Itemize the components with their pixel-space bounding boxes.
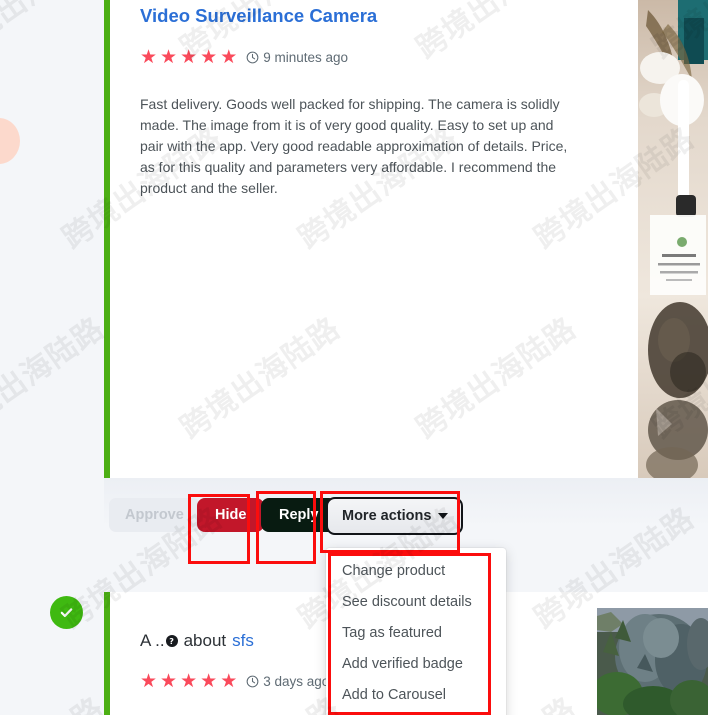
- star-icon: ★: [180, 47, 198, 68]
- review-two-photo-image: [597, 608, 708, 715]
- more-actions-button[interactable]: More actions: [326, 497, 464, 535]
- product-title-link[interactable]: Video Surveillance Camera: [140, 0, 377, 27]
- review-one-body-text: Fast delivery. Goods well packed for shi…: [140, 96, 568, 196]
- star-icon: ★: [160, 671, 178, 692]
- review-two-author-name: A ..: [140, 631, 165, 650]
- rating-stars-one: ★ ★ ★ ★ ★: [140, 48, 237, 67]
- star-icon: ★: [220, 671, 238, 692]
- hide-button[interactable]: Hide: [197, 498, 265, 532]
- help-badge-icon[interactable]: ?: [165, 635, 178, 647]
- clock-icon: [246, 51, 259, 64]
- watermark-text: 跨境出海陆路: [0, 310, 111, 447]
- shop-name-link[interactable]: sfs: [232, 631, 254, 651]
- review-one-photo[interactable]: [638, 0, 708, 478]
- watermark-text: 跨境出海陆路: [0, 691, 111, 715]
- clock-icon: [246, 675, 259, 688]
- more-actions-dropdown[interactable]: Change product See discount details Tag …: [326, 548, 506, 715]
- screenshot-root: Video Surveillance Camera ★ ★ ★ ★ ★ 9 mi…: [0, 0, 708, 715]
- chevron-down-icon: [438, 513, 449, 519]
- decorative-blob: [0, 118, 20, 164]
- star-icon: ★: [200, 47, 218, 68]
- about-label: about: [183, 631, 227, 650]
- review-card-one-body: Video Surveillance Camera ★ ★ ★ ★ ★ 9 mi…: [110, 0, 708, 478]
- review-card-one: Video Surveillance Camera ★ ★ ★ ★ ★ 9 mi…: [104, 0, 708, 478]
- approve-button[interactable]: Approve: [109, 498, 200, 532]
- watermark-text: 跨境出海陆路: [0, 0, 111, 66]
- check-circle-icon: [60, 608, 73, 618]
- menu-item-change-product[interactable]: Change product: [326, 556, 506, 587]
- menu-item-delete-review[interactable]: Delete review: [326, 711, 506, 715]
- review-one-timestamp: 9 minutes ago: [263, 50, 349, 65]
- star-icon: ★: [220, 47, 238, 68]
- review-two-photo[interactable]: [597, 608, 708, 715]
- menu-item-add-verified-badge[interactable]: Add verified badge: [326, 649, 506, 680]
- review-two-timestamp: 3 days ago: [263, 674, 330, 689]
- star-icon: ★: [140, 671, 158, 692]
- more-actions-label: More actions: [342, 508, 432, 524]
- review-one-timestamp-wrap: 9 minutes ago: [246, 50, 348, 65]
- rating-stars-two: ★ ★ ★ ★ ★: [140, 672, 237, 691]
- menu-item-tag-as-featured[interactable]: Tag as featured: [326, 618, 506, 649]
- star-icon: ★: [180, 671, 198, 692]
- star-icon: ★: [160, 47, 178, 68]
- review-one-photo-image: [638, 0, 708, 478]
- star-icon: ★: [200, 671, 218, 692]
- menu-item-see-discount-details[interactable]: See discount details: [326, 587, 506, 618]
- review-one-meta-row: ★ ★ ★ ★ ★ 9 minutes ago: [140, 48, 708, 67]
- review-two-timestamp-wrap: 3 days ago: [246, 674, 329, 689]
- menu-item-add-to-carousel[interactable]: Add to Carousel: [326, 680, 506, 711]
- star-icon: ★: [140, 47, 158, 68]
- review-two-status-badge: [50, 596, 83, 629]
